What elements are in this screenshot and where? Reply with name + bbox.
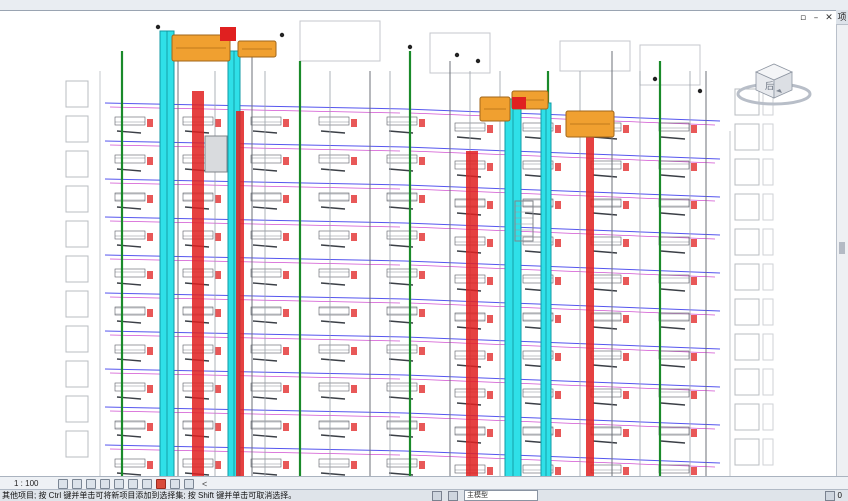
worksharing-icon[interactable] <box>432 490 442 501</box>
viewcube[interactable]: 后 <box>734 58 814 108</box>
viewcube-face-label: 后 <box>765 81 774 92</box>
selection-filter: 0 <box>824 490 842 501</box>
shadows-icon[interactable] <box>100 478 110 489</box>
render-icon[interactable] <box>114 478 124 489</box>
active-model-select[interactable]: 主模型 <box>464 490 538 501</box>
show-crop-icon[interactable] <box>142 478 152 489</box>
analytical-model-icon[interactable] <box>184 478 194 489</box>
sun-path-icon[interactable] <box>86 478 96 489</box>
view-scale[interactable]: 1 : 100 <box>14 479 54 488</box>
reveal-hidden-icon[interactable] <box>170 478 180 489</box>
status-bar: 其他项目; 按 Ctrl 键并单击可将新项目添加到选择集; 按 Shift 键并… <box>0 489 848 501</box>
building-mep-model[interactable] <box>0 11 836 477</box>
status-right-tools: 主模型 <box>432 490 538 501</box>
properties-panel-tab[interactable]: 项 <box>836 10 848 25</box>
scrollbar-thumb[interactable] <box>839 242 845 254</box>
status-prompt: 其他项目; 按 Ctrl 键并单击可将新项目添加到选择集; 按 Shift 键并… <box>2 491 297 500</box>
crop-view-icon[interactable] <box>128 478 138 489</box>
minimize-button[interactable]: – <box>811 13 821 23</box>
filter-count: 0 <box>837 491 842 500</box>
view-control-bar: 1 : 100 < <box>0 476 848 490</box>
detail-level-icon[interactable] <box>58 478 68 489</box>
temporary-hide-icon[interactable] <box>156 478 166 489</box>
restore-button[interactable]: ▫ <box>798 13 808 23</box>
vertical-scrollbar[interactable] <box>836 10 848 476</box>
visual-style-icon[interactable] <box>72 478 82 489</box>
filter-icon[interactable] <box>824 490 835 501</box>
close-button[interactable]: ✕ <box>824 13 834 23</box>
design-options-icon[interactable] <box>448 490 458 501</box>
view-window-controls: ▫ – ✕ <box>798 13 834 23</box>
3d-view-viewport[interactable] <box>0 10 836 477</box>
scroll-left-arrow[interactable]: < <box>202 479 207 489</box>
